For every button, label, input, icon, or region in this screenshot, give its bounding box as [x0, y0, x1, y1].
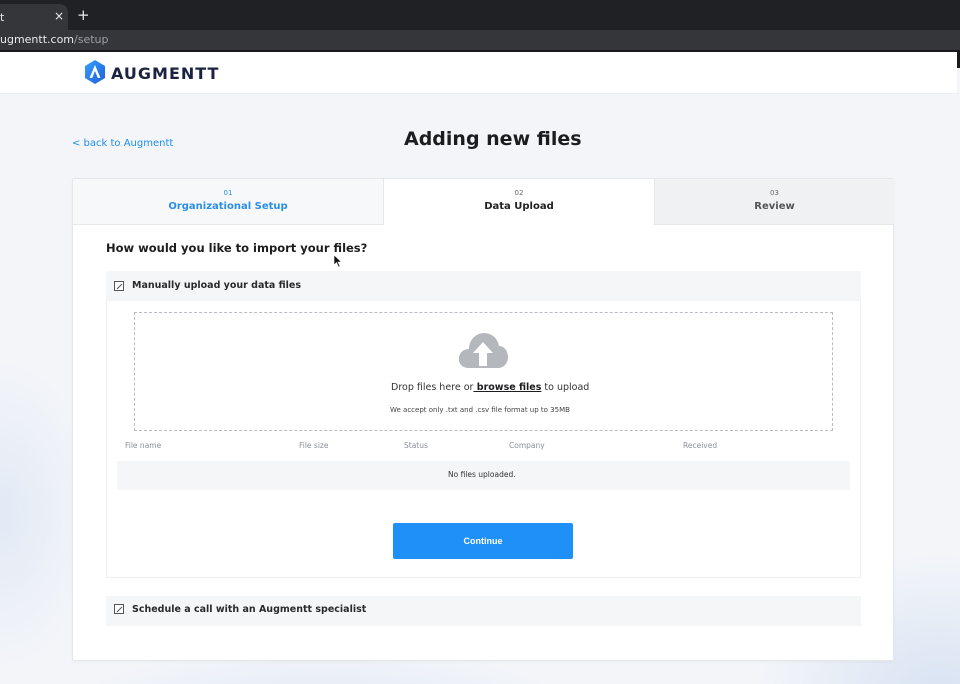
schedule-call-label: Schedule a call with an Augmentt special… [132, 604, 367, 615]
manual-upload-option[interactable]: Manually upload your data files [106, 271, 861, 301]
app-header: AUGMENTT [0, 52, 957, 94]
checkbox-icon[interactable] [114, 604, 124, 614]
column-status: Status [404, 441, 428, 450]
step-number: 02 [514, 189, 524, 197]
browse-files-link[interactable]: browse files [473, 382, 542, 393]
close-icon[interactable]: × [54, 9, 64, 23]
file-format-note: We accept only .txt and .csv file format… [390, 406, 570, 414]
import-question: How would you like to import your files? [106, 241, 368, 255]
back-link[interactable]: < back to Augmentt [72, 138, 173, 149]
step-label: Organizational Setup [168, 201, 288, 212]
address-bar[interactable]: ugmentt.com/setup [0, 30, 960, 50]
continue-button[interactable]: Continue [393, 523, 573, 559]
page-title: Adding new files [404, 128, 582, 150]
browser-tab-strip: t × + [0, 0, 960, 30]
column-file-size: File size [299, 441, 329, 450]
manual-upload-label: Manually upload your data files [132, 280, 302, 291]
brand-name: AUGMENTT [111, 64, 220, 83]
cloud-upload-icon [458, 333, 508, 368]
column-file-name: File name [125, 441, 162, 450]
step-number: 01 [223, 189, 233, 197]
url-host: ugmentt.com [0, 33, 75, 46]
drop-instructions: Drop files here or browse files to uploa… [391, 382, 589, 393]
mouse-cursor-icon [334, 255, 342, 268]
step-data-upload[interactable]: 02 Data Upload [384, 179, 654, 225]
schedule-call-option[interactable]: Schedule a call with an Augmentt special… [106, 596, 861, 626]
augmentt-logo-icon[interactable] [84, 59, 106, 85]
step-organizational-setup[interactable]: 01 Organizational Setup [73, 179, 384, 225]
browser-tab-title: t [0, 11, 5, 24]
column-received: Received [683, 441, 718, 450]
step-number: 03 [770, 189, 779, 197]
step-label: Review [754, 201, 795, 212]
step-review[interactable]: 03 Review [654, 179, 894, 225]
checkbox-icon[interactable] [114, 281, 124, 291]
drop-suffix: to upload [541, 382, 590, 393]
step-label: Data Upload [484, 201, 554, 212]
browser-tab[interactable]: t × [0, 4, 68, 30]
drop-prefix: Drop files here or [391, 382, 474, 393]
url-text: ugmentt.com/setup [0, 33, 109, 46]
empty-table-message: No files uploaded. [448, 470, 516, 479]
url-path: /setup [74, 33, 109, 46]
plus-icon[interactable]: + [77, 6, 90, 24]
column-company: Company [509, 441, 545, 450]
